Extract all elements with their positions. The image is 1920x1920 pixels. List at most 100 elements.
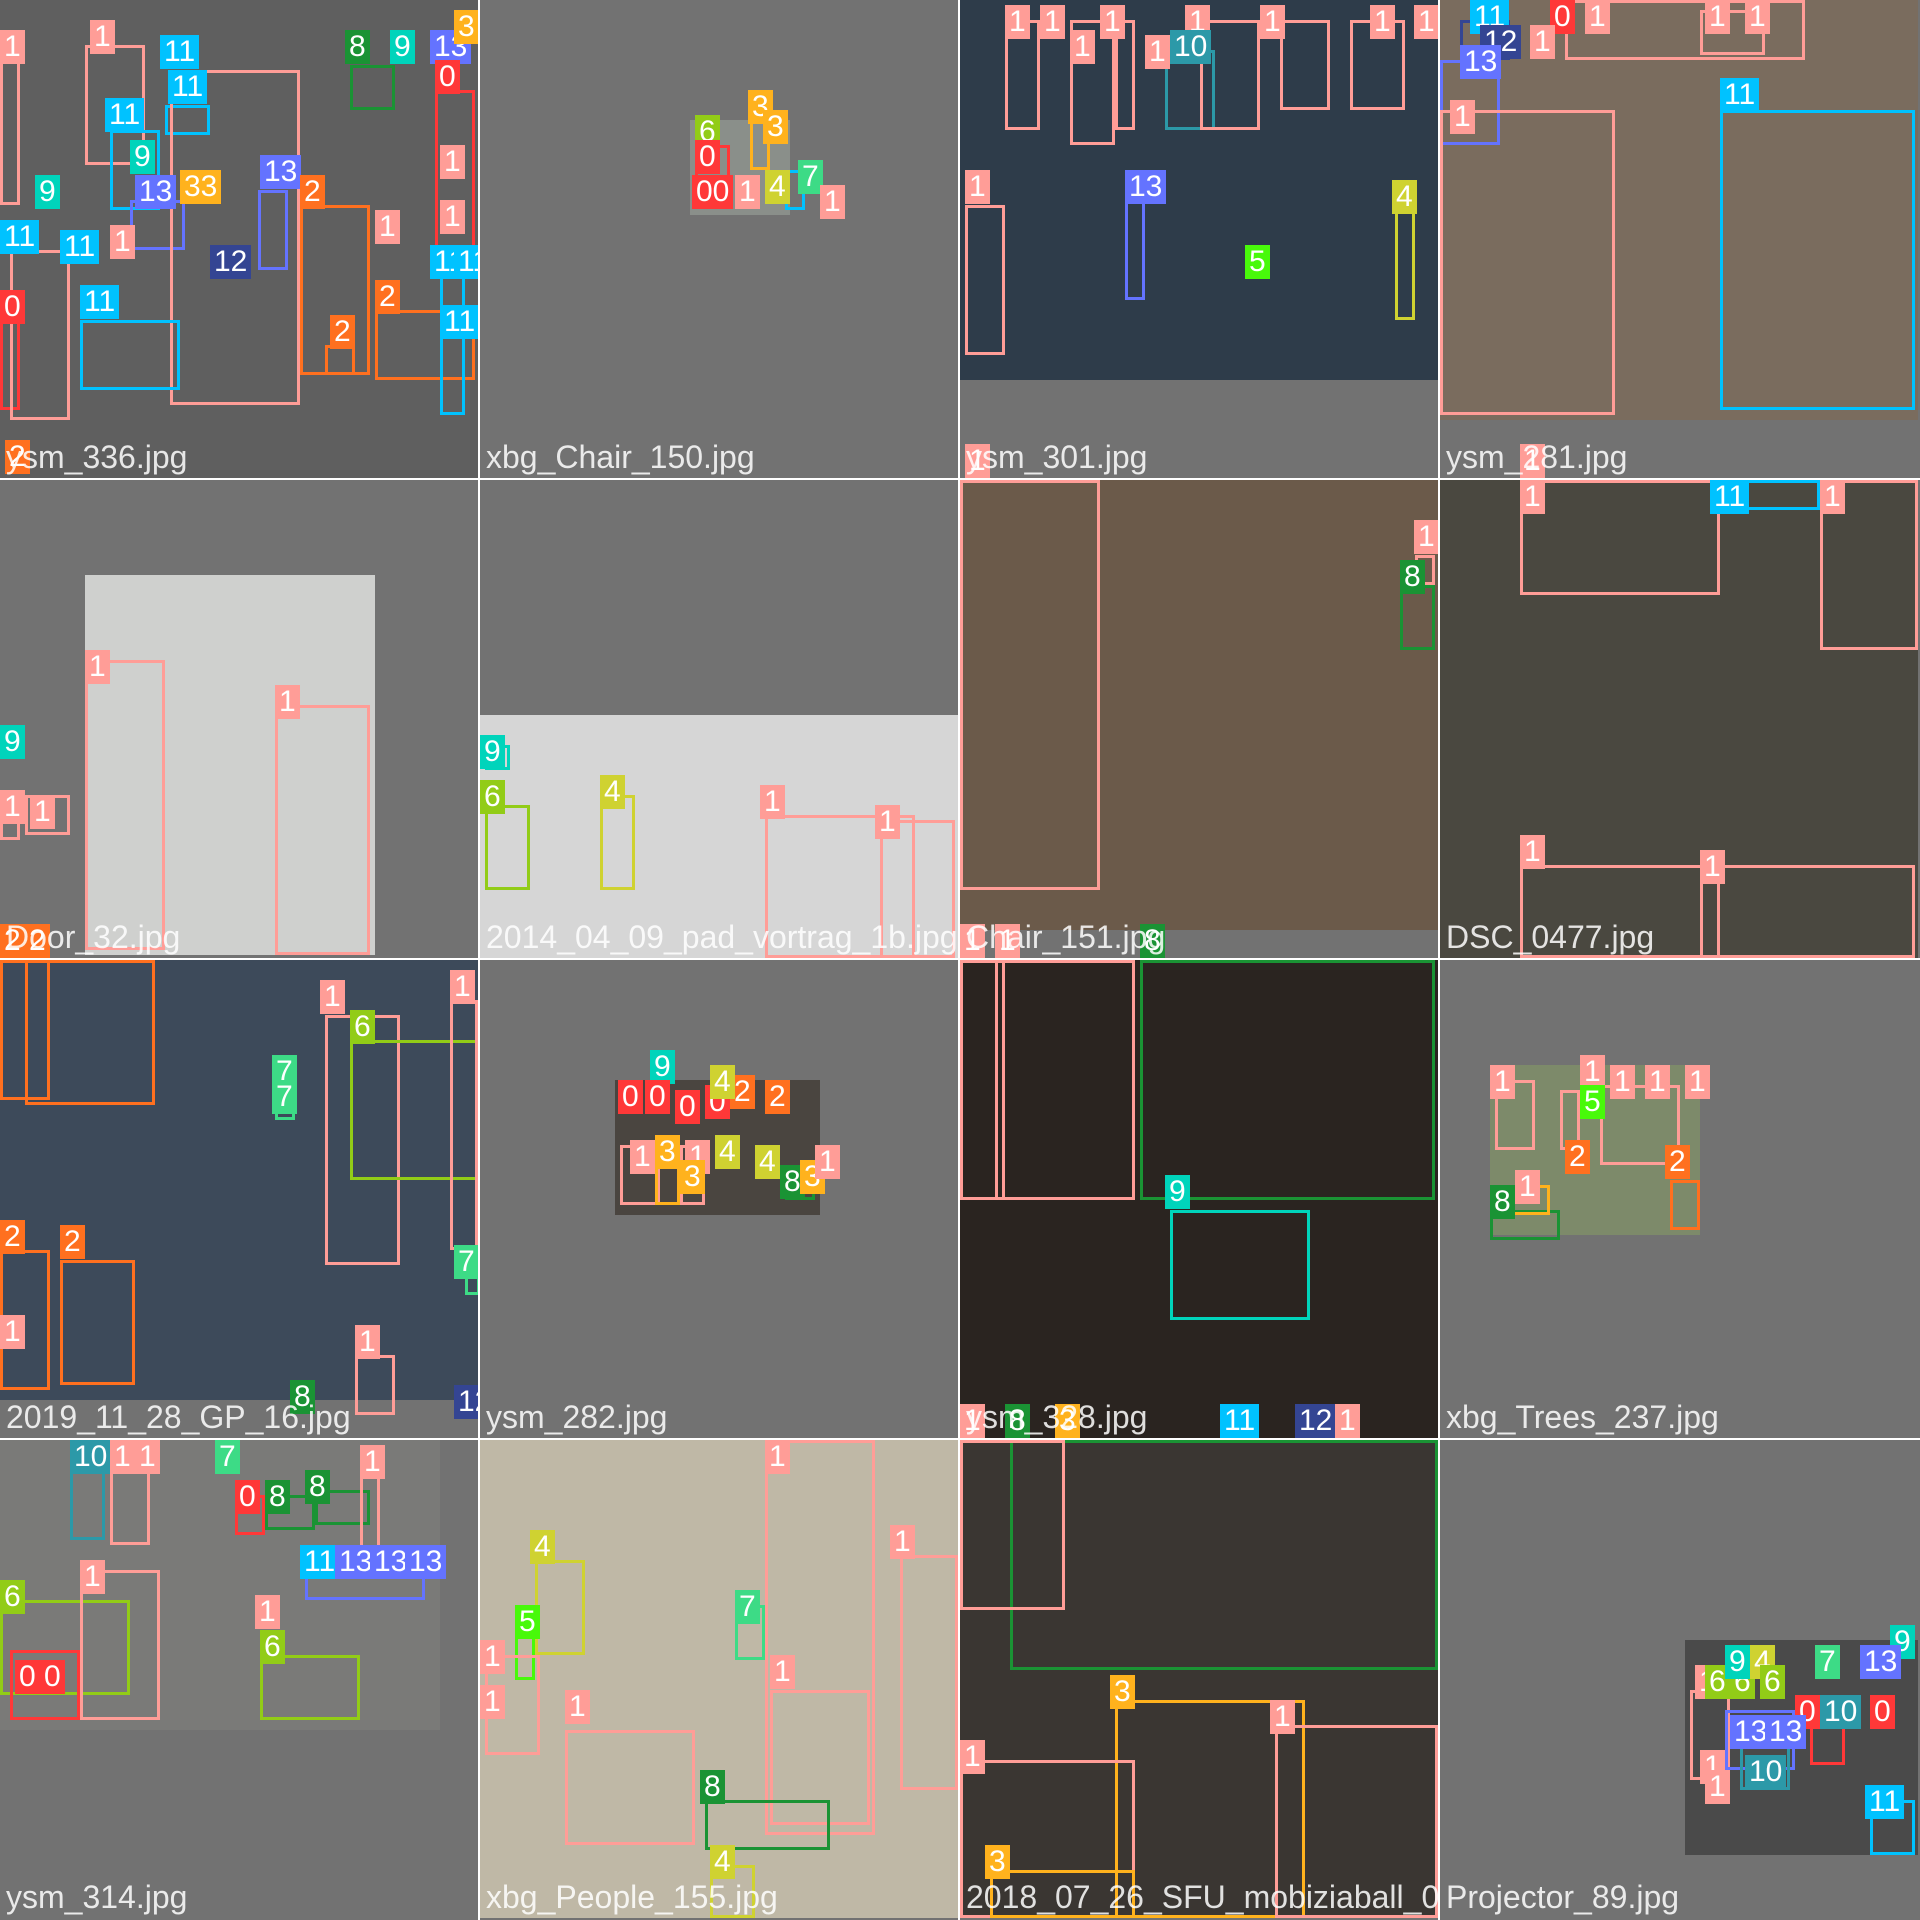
- class-label: 2: [1565, 1140, 1590, 1174]
- tile-filename: xbg_People_155.jpg: [486, 1879, 778, 1915]
- bounding-box: [485, 805, 530, 890]
- class-label: 1: [440, 145, 465, 179]
- bounding-box: [1520, 480, 1720, 595]
- class-label: 1: [1414, 5, 1438, 39]
- class-label: 1: [1745, 0, 1770, 34]
- bounding-box: [565, 1730, 695, 1845]
- mosaic-grid: 1111891330111199133313211111111111211112…: [0, 0, 1920, 1920]
- tile-filename: ysm_328.jpg: [966, 1399, 1148, 1435]
- bounding-box: [440, 265, 465, 415]
- mosaic-tile: 31132018_07_26_SFU_mobiziaball_01.jpg: [960, 1440, 1438, 1918]
- class-label: 10: [1745, 1755, 1787, 1789]
- class-label: 5: [515, 1605, 540, 1639]
- class-label: 11: [1710, 480, 1750, 514]
- class-label: 0: [435, 60, 460, 94]
- class-label: 8: [265, 1480, 290, 1514]
- mosaic-tile: 1 1 1 1 1 5 2 2 1 8 xbg_Trees_237.jpg: [1440, 960, 1918, 1438]
- class-label: 4: [530, 1530, 555, 1564]
- class-label: 1: [1515, 1170, 1540, 1204]
- class-label: 1: [0, 30, 25, 64]
- class-label: 1: [30, 795, 55, 829]
- class-label: 13: [405, 1545, 447, 1579]
- grid-divider: [0, 478, 1920, 480]
- bounding-box: [435, 90, 475, 270]
- class-label: 1: [1820, 480, 1845, 514]
- class-label: 2: [60, 1225, 85, 1259]
- class-label: 1: [1370, 5, 1395, 39]
- class-label: 11: [0, 220, 40, 254]
- class-label: 1: [85, 650, 110, 684]
- class-label: 5: [1245, 245, 1270, 279]
- class-label: 2: [330, 315, 355, 349]
- class-label: 9: [480, 735, 505, 769]
- class-label: 1: [1580, 1055, 1605, 1089]
- class-label: 13: [1860, 1645, 1902, 1679]
- class-label: 2: [765, 1080, 790, 1114]
- class-label: 11: [1220, 1404, 1260, 1438]
- class-label: 9: [1165, 1175, 1190, 1209]
- class-label: 1: [630, 1140, 655, 1174]
- class-label: 1: [80, 1560, 105, 1594]
- bounding-box: [1010, 1440, 1438, 1670]
- bounding-box: [1700, 865, 1915, 958]
- class-label: 1: [275, 685, 300, 719]
- tile-filename: ysm_282.jpg: [486, 1399, 668, 1435]
- mosaic-tile: 916694671301001313110111Projector_89.jpg: [1440, 1440, 1918, 1918]
- class-label: 2: [0, 1220, 25, 1254]
- grid-divider: [958, 0, 960, 1920]
- class-label: 6: [260, 1630, 285, 1664]
- class-label: 1: [135, 1440, 160, 1474]
- bounding-box: [350, 65, 395, 110]
- class-label: 11: [60, 230, 100, 264]
- bounding-box: [900, 1555, 958, 1790]
- class-label: 1: [565, 1690, 590, 1724]
- bounding-box: [1670, 1180, 1700, 1230]
- class-label: 12: [454, 1385, 478, 1419]
- class-label: 1: [1005, 5, 1030, 39]
- class-label: 11: [300, 1545, 340, 1579]
- class-label: 11: [454, 245, 478, 279]
- class-label: 2: [1665, 1145, 1690, 1179]
- bounding-box: [1720, 110, 1915, 410]
- bounding-box: [85, 660, 165, 950]
- class-label: 0: [645, 1080, 670, 1114]
- class-label: 1: [1520, 480, 1545, 514]
- class-label: 13: [135, 175, 177, 209]
- tile-filename: DSC_0477.jpg: [1446, 919, 1655, 955]
- grid-divider: [0, 958, 1920, 960]
- bounding-box: [1280, 20, 1330, 110]
- class-label: 1: [1100, 5, 1125, 39]
- class-label: 1: [1335, 1404, 1360, 1438]
- class-label: 1: [375, 210, 400, 244]
- class-label: 4: [755, 1145, 780, 1179]
- class-label: 11: [168, 70, 208, 104]
- class-label: 6: [0, 1580, 25, 1614]
- tile-filename: 2019_11_28_GP_16.jpg: [6, 1399, 351, 1435]
- bounding-box: [1440, 110, 1615, 415]
- class-label: 3: [763, 110, 788, 144]
- class-label: 1: [960, 1740, 985, 1774]
- class-label: 1: [1645, 1065, 1670, 1099]
- mosaic-tile: 11 0 1 1 1 12 1 13 11 1 1 ysm_281.jpg: [1440, 0, 1918, 478]
- mosaic-tile: 9 1 8 3 11 12 1 ysm_328.jpg: [960, 960, 1438, 1438]
- grid-divider: [0, 1438, 1920, 1440]
- bounding-box: [705, 1800, 830, 1850]
- grid-divider: [1438, 0, 1440, 1920]
- class-label: 8: [700, 1770, 725, 1804]
- class-label: 3: [655, 1135, 680, 1169]
- class-label: 1: [110, 225, 135, 259]
- class-label: 1: [820, 185, 845, 219]
- class-label: 1: [355, 1325, 380, 1359]
- class-label: 1: [1040, 5, 1065, 39]
- class-label: 1: [1070, 30, 1095, 64]
- tile-filename: ysm_314.jpg: [6, 1879, 188, 1915]
- class-label: 1: [1700, 850, 1725, 884]
- bounding-box: [0, 55, 20, 205]
- tile-filename: Chair_151.jpg: [966, 919, 1166, 955]
- class-label: 1: [0, 1315, 25, 1349]
- class-label: 8: [305, 1470, 330, 1504]
- mosaic-tile: 1 1 1 1 1 1 1 1 1 10 1 13 4 5 1 ysm_301.jpg: [960, 0, 1438, 478]
- mosaic-tile: 1 4 1 7 5 1 1 1 1 8 4 xbg_People_155.jpg: [480, 1440, 958, 1918]
- class-label: 7: [798, 160, 823, 194]
- bounding-box: [355, 1355, 395, 1415]
